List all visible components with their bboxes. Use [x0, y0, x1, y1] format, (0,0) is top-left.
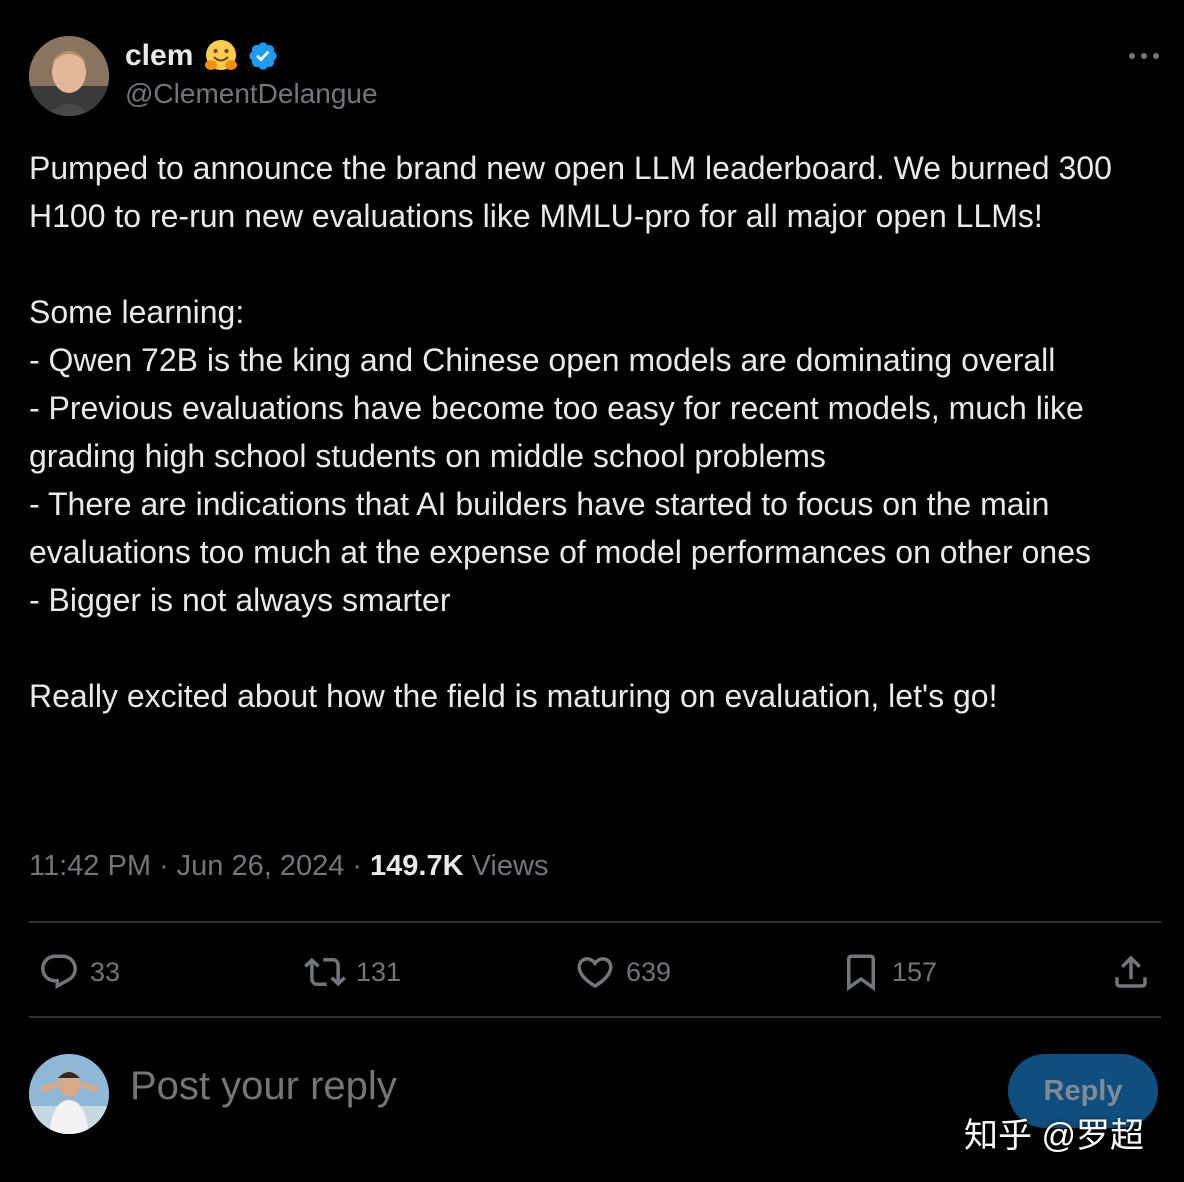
views-label: Views [471, 850, 549, 882]
author-handle[interactable]: @ClementDelangue [125, 78, 378, 110]
author-avatar-image [29, 36, 109, 116]
tweet-meta: 11:42 PM · Jun 26, 2024 · 149.7K Views [29, 850, 548, 883]
divider-top [29, 921, 1161, 923]
bookmark-icon [847, 954, 875, 992]
views-count: 149.7K [370, 850, 464, 882]
like-count: 639 [626, 956, 672, 987]
reply-action-button[interactable]: 33 [38, 944, 120, 1000]
bookmark-action-button[interactable]: 157 [840, 944, 937, 1000]
hugging-face-emoji-icon [205, 40, 238, 70]
author-name[interactable]: clem [125, 39, 193, 73]
bookmark-count: 157 [892, 956, 938, 987]
heart-icon [577, 957, 613, 989]
meta-separator: · [158, 850, 169, 882]
current-user-avatar-image [29, 1054, 109, 1134]
repost-icon [304, 957, 346, 987]
tweet-time[interactable]: 11:42 PM [29, 850, 151, 883]
repost-action-button[interactable]: 131 [304, 944, 401, 1000]
verified-badge-icon [249, 42, 278, 70]
reply-input[interactable] [130, 1064, 830, 1109]
repost-count: 131 [356, 956, 402, 987]
share-action-button[interactable] [1110, 944, 1152, 1000]
tweet-date[interactable]: Jun 26, 2024 [177, 850, 345, 883]
share-icon [1115, 955, 1147, 988]
like-action-button[interactable]: 639 [574, 944, 671, 1000]
divider-bottom [29, 1016, 1161, 1018]
tweet-text: Pumped to announce the brand new open LL… [29, 150, 1112, 714]
reply-bubble-icon [41, 954, 77, 989]
author-name-row: clem [125, 36, 279, 76]
watermark: 知乎 @罗超 [964, 1117, 1144, 1155]
author-avatar[interactable] [29, 36, 109, 116]
reply-count: 33 [90, 956, 121, 987]
more-options-icon[interactable] [1124, 38, 1164, 74]
current-user-avatar[interactable] [29, 1054, 109, 1134]
meta-separator: · [352, 850, 363, 882]
